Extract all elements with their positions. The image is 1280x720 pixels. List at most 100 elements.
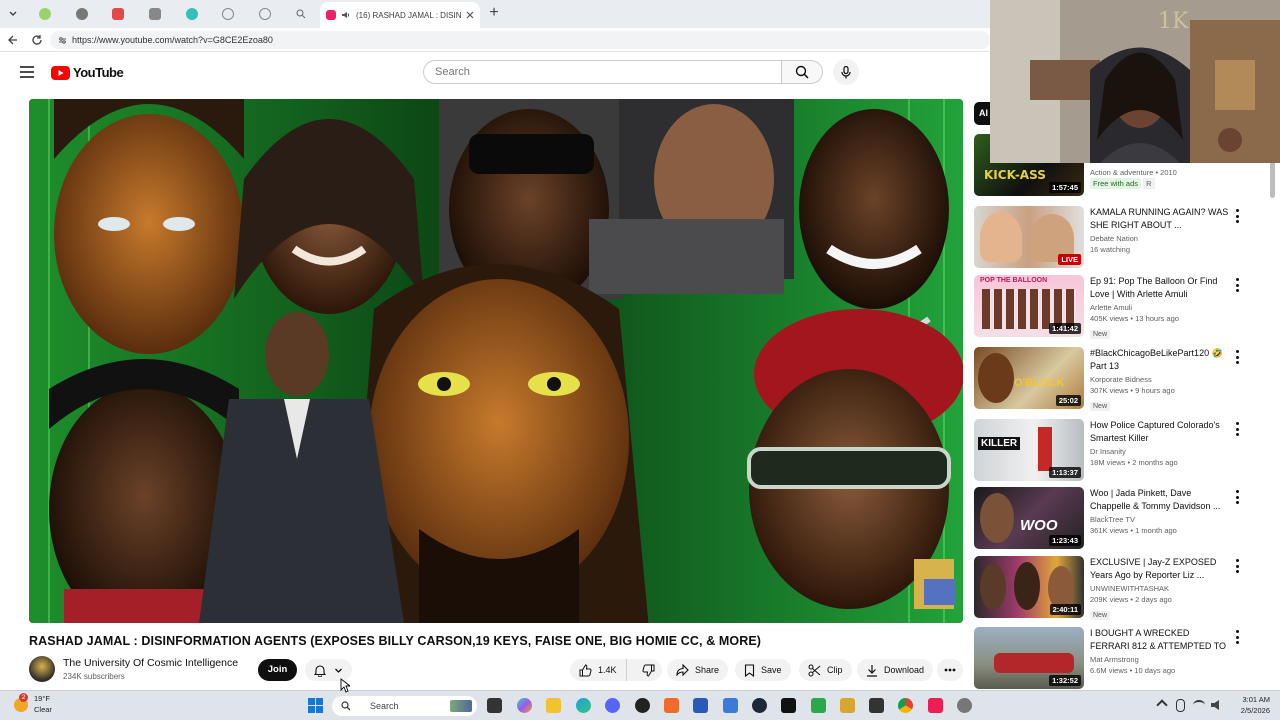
tab-list-button[interactable]: [0, 5, 26, 23]
more-options-icon[interactable]: [1234, 630, 1240, 644]
site-info-icon[interactable]: [58, 36, 67, 45]
thumbnail-figure: [980, 493, 1014, 543]
join-button[interactable]: Join: [258, 659, 297, 681]
recommendation-thumbnail[interactable]: LIVE: [974, 206, 1084, 268]
share-button[interactable]: Share: [667, 659, 729, 681]
svg-text:1K: 1K: [1158, 9, 1189, 34]
more-options-icon[interactable]: [1234, 490, 1240, 504]
chrome-icon[interactable]: [898, 698, 913, 713]
clip-button[interactable]: Clip: [799, 659, 852, 681]
recommendation-thumbnail[interactable]: KILLER 1:13:37: [974, 419, 1084, 481]
thumbnail-figure: [980, 564, 1006, 610]
app-icon[interactable]: [693, 698, 708, 713]
weather-condition[interactable]: Clear: [34, 705, 52, 714]
more-actions-button[interactable]: [937, 659, 963, 681]
save-button[interactable]: Save: [735, 659, 791, 681]
outlook-icon[interactable]: [723, 698, 738, 713]
steam-icon[interactable]: [752, 698, 767, 713]
more-options-icon[interactable]: [1234, 350, 1240, 364]
video-duration: 1:32:52: [1049, 675, 1081, 686]
edge-browser-icon[interactable]: [576, 698, 591, 713]
settings-gear-icon[interactable]: [957, 698, 972, 713]
app-icon[interactable]: [869, 698, 884, 713]
microphone-icon[interactable]: [1176, 699, 1185, 712]
wifi-icon[interactable]: [1193, 700, 1205, 710]
bell-icon: [314, 664, 326, 677]
recommendation-thumbnail[interactable]: 1:32:52: [974, 627, 1084, 689]
video-player[interactable]: [29, 99, 963, 623]
recommendation-meta: 209K views • 2 days ago: [1090, 595, 1172, 604]
search-input[interactable]: Search: [423, 60, 781, 84]
like-count: 1.4K: [598, 665, 617, 675]
tiktok-icon[interactable]: [781, 698, 796, 713]
more-options-icon[interactable]: [1234, 559, 1240, 573]
recommendation-meta: 405K views • 13 hours ago: [1090, 314, 1179, 323]
youtube-logo[interactable]: YouTube: [51, 65, 124, 80]
active-tab[interactable]: (16) RASHAD JAMAL : DISINFO: [320, 2, 480, 28]
file-explorer-icon[interactable]: [546, 698, 561, 713]
more-options-icon[interactable]: [1234, 278, 1240, 292]
thumbnail-figure: [1038, 427, 1052, 471]
active-tab-title: (16) RASHAD JAMAL : DISINFO: [356, 10, 461, 20]
back-arrow-icon[interactable]: [7, 34, 19, 46]
live-badge: LIVE: [1058, 254, 1081, 265]
more-options-icon[interactable]: [1234, 209, 1240, 223]
tab-4[interactable]: [138, 5, 172, 23]
xbox-icon[interactable]: [811, 698, 826, 713]
tiktok-live-icon[interactable]: [928, 698, 943, 713]
volume-icon[interactable]: [1211, 700, 1219, 710]
thumbs-up-icon: [579, 663, 592, 676]
obs-icon[interactable]: [635, 698, 650, 713]
dislike-button[interactable]: [633, 664, 664, 677]
recommendation-info: Action & adventure • 2010 Free with ads …: [1090, 166, 1230, 189]
voice-search-button[interactable]: [833, 59, 859, 85]
channel-name[interactable]: The University Of Cosmic Intelligence: [63, 657, 238, 669]
hamburger-menu-icon[interactable]: [20, 66, 34, 78]
notification-count-badge: 2: [19, 693, 28, 702]
clock-time[interactable]: 3:01 AM: [1236, 695, 1270, 704]
search-button[interactable]: [781, 60, 823, 84]
copilot-icon[interactable]: [517, 698, 532, 713]
windows-start-icon[interactable]: [308, 698, 323, 713]
recommendation-title: EXCLUSIVE | Jay-Z EXPOSED Years Ago by R…: [1090, 557, 1217, 580]
discord-icon[interactable]: [605, 698, 620, 713]
tab-3[interactable]: [101, 5, 135, 23]
search-highlight-icon: [450, 700, 472, 712]
tab-6[interactable]: [211, 5, 245, 23]
close-icon[interactable]: [466, 11, 474, 19]
tab-2[interactable]: [65, 5, 99, 23]
webcam-image: 1K: [990, 0, 1280, 163]
recommendation-channel: Mat Armstrong: [1090, 655, 1139, 664]
speaker-icon[interactable]: [341, 10, 351, 20]
download-button[interactable]: Download: [857, 659, 934, 681]
sidebar-scrollbar[interactable]: [1268, 150, 1276, 685]
more-options-icon[interactable]: [1234, 422, 1240, 436]
rating-badge: R: [1143, 178, 1155, 189]
clock-date[interactable]: 2/5/2026: [1226, 706, 1270, 715]
tab-8[interactable]: [284, 5, 318, 23]
like-button[interactable]: 1.4K: [570, 659, 627, 681]
recommendation-thumbnail[interactable]: WOO 1:23:43: [974, 487, 1084, 549]
recommendation-channel: Action & adventure • 2010: [1090, 168, 1177, 177]
reload-icon[interactable]: [31, 34, 43, 46]
tab-5[interactable]: [175, 5, 209, 23]
weather-temperature[interactable]: 19°F: [34, 694, 50, 703]
tab-7[interactable]: [248, 5, 282, 23]
task-view-icon[interactable]: [487, 698, 502, 713]
taskbar-search-input[interactable]: Search: [332, 696, 477, 716]
rockstar-icon[interactable]: [840, 698, 855, 713]
thumbnail-car: [994, 653, 1074, 673]
address-bar[interactable]: https://www.youtube.com/watch?v=G8CE2Ezo…: [50, 31, 990, 49]
tab-1[interactable]: [28, 5, 62, 23]
recommendation-thumbnail[interactable]: O'BLOCK 25:02: [974, 347, 1084, 409]
new-tab-button[interactable]: +: [486, 4, 502, 22]
channel-avatar[interactable]: [29, 656, 55, 682]
video-duration: 1:57:45: [1049, 182, 1081, 193]
recommendation-thumbnail[interactable]: POP THE BALLOON 1:41:42: [974, 275, 1084, 337]
video-duration: 25:02: [1055, 395, 1081, 406]
youtube-play-icon: [51, 65, 70, 80]
app-icon[interactable]: [664, 698, 679, 713]
recommendation-thumbnail[interactable]: 2:40:11: [974, 556, 1084, 618]
show-hidden-icons-icon[interactable]: [1156, 699, 1168, 711]
recommendation-meta: 18M views • 2 months ago: [1090, 458, 1178, 467]
